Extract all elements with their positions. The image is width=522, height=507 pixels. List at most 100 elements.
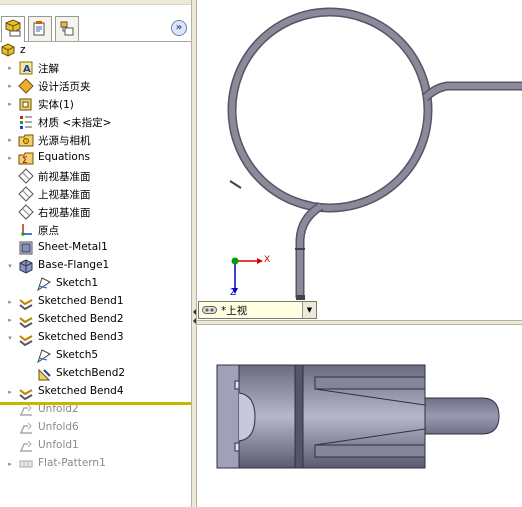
tree-item[interactable]: 材质 <未指定> <box>0 113 191 131</box>
tree-item[interactable]: Sketch5 <box>0 347 191 365</box>
tree-item[interactable]: ▸ Sketched Bend2 <box>0 311 191 329</box>
origin-icon <box>18 222 34 238</box>
plane-icon <box>18 186 34 202</box>
tree-item-label: Sketched Bend1 <box>38 295 124 307</box>
collapse-panel-button[interactable]: » <box>171 20 187 36</box>
sketched-bend-icon <box>18 294 34 310</box>
tree-item-label: 材质 <未指定> <box>38 117 112 129</box>
unfold-icon <box>18 420 34 436</box>
plane-icon <box>18 204 34 220</box>
tree-item-label: Sketch1 <box>56 277 99 289</box>
tree-root-part[interactable]: z <box>0 42 191 60</box>
plane-icon <box>18 168 34 184</box>
tree-item[interactable]: Sketch1 <box>0 275 191 293</box>
tree-item[interactable]: ▸ 设计活页夹 <box>0 77 191 95</box>
part-left-face <box>216 364 240 469</box>
part-tab <box>424 397 500 435</box>
root-part-icon <box>0 43 16 59</box>
tree-item-label: Base-Flange1 <box>38 259 110 271</box>
view-orientation-dropdown[interactable]: *上视 ▼ <box>198 301 317 319</box>
tree-item-label: Equations <box>38 151 90 163</box>
feature-manager-panel: » z ▸ A 注解 ▸ 设计活页夹 ▸ 实体(1) 材质 <未指定> ▸ 光源与相机 ▸ Σ Equat… <box>0 0 191 507</box>
expand-icon[interactable]: ▸ <box>6 298 14 306</box>
tree-item[interactable]: ▾ Sketched Bend3 <box>0 329 191 347</box>
tree-item-label: Unfold1 <box>38 439 79 451</box>
view-link-icon <box>202 305 217 318</box>
svg-text:Σ: Σ <box>22 156 28 166</box>
splitter-arrow-icon <box>193 318 196 324</box>
tree-item-label: Sketched Bend3 <box>38 331 124 343</box>
sketched-bend-icon <box>18 312 34 328</box>
tree-item-label: 上视基准面 <box>38 189 91 201</box>
design-binder-icon <box>18 78 34 94</box>
tab-feature-manager[interactable] <box>1 16 25 42</box>
svg-text:A: A <box>23 64 31 75</box>
triad-x-label: X <box>264 255 271 265</box>
expand-icon[interactable]: ▸ <box>6 136 14 144</box>
tree-item-label: z <box>20 44 26 56</box>
graphics-viewport-bottom[interactable] <box>197 325 522 507</box>
tree-item-label: 注解 <box>38 63 59 75</box>
expand-icon[interactable]: ▸ <box>6 154 14 162</box>
tab-property-manager[interactable] <box>28 16 52 41</box>
tree-item-label: 光源与相机 <box>38 135 91 147</box>
tree-item-label: Sketched Bend4 <box>38 385 124 397</box>
chevron-down-icon[interactable]: ▼ <box>302 302 316 318</box>
tree-item[interactable]: Unfold1 <box>0 437 191 455</box>
tree-item-label: 原点 <box>38 225 59 237</box>
tree-item-label: 右视基准面 <box>38 207 91 219</box>
expand-icon[interactable]: ▸ <box>6 460 14 468</box>
tree-item[interactable]: ▸ A 注解 <box>0 59 191 77</box>
stem-end <box>296 295 305 300</box>
tree-item-label: Unfold6 <box>38 421 79 433</box>
expand-icon[interactable]: ▸ <box>6 100 14 108</box>
tree-item[interactable]: Sheet-Metal1 <box>0 239 191 257</box>
unfold-icon <box>18 438 34 454</box>
tree-item[interactable]: ▸ 光源与相机 <box>0 131 191 149</box>
tree-item[interactable]: ▸ Σ Equations <box>0 149 191 167</box>
sketch-icon <box>36 348 52 364</box>
sketch-bend-icon <box>36 366 52 382</box>
tree-item[interactable]: ▾ Base-Flange1 <box>0 257 191 275</box>
tree-item[interactable]: ▸ Sketched Bend1 <box>0 293 191 311</box>
part-notch <box>234 380 240 390</box>
tree-item[interactable]: SketchBend2 <box>0 365 191 383</box>
top-view-drawing <box>227 7 522 300</box>
graphics-viewport-top[interactable]: X Z <box>197 0 522 320</box>
rollback-bar[interactable] <box>0 402 191 405</box>
part-notch <box>234 442 240 452</box>
configuration-manager-icon <box>59 20 75 39</box>
tree-item[interactable]: ▸ 实体(1) <box>0 95 191 113</box>
part-rail-bottom <box>314 444 426 458</box>
collapse-icon[interactable]: ▾ <box>6 262 14 270</box>
expand-icon[interactable]: ▸ <box>6 388 14 396</box>
tree-item[interactable]: 前视基准面 <box>0 167 191 185</box>
property-manager-icon <box>32 20 48 39</box>
sketched-bend-icon <box>18 330 34 346</box>
tree-item[interactable]: 原点 <box>0 221 191 239</box>
tab-configuration-manager[interactable] <box>55 16 79 41</box>
expand-icon[interactable]: ▸ <box>6 82 14 90</box>
panel-toolbar-strip <box>0 0 191 5</box>
tree-item[interactable]: ▸ Flat-Pattern1 <box>0 455 191 473</box>
tree-item-label: SketchBend2 <box>56 367 126 379</box>
view-name-label: *上视 <box>221 305 248 317</box>
annotations-icon: A <box>18 60 34 76</box>
sketched-bend-icon <box>18 384 34 400</box>
tree-item[interactable]: Unfold6 <box>0 419 191 437</box>
expand-icon[interactable]: ▸ <box>6 316 14 324</box>
equations-icon: Σ <box>18 150 34 166</box>
triad-z-label: Z <box>230 288 237 298</box>
reference-triad <box>231 257 263 294</box>
expand-icon[interactable]: ▸ <box>6 64 14 72</box>
base-flange-icon <box>18 258 34 274</box>
tree-item[interactable]: ▸ Sketched Bend4 <box>0 383 191 401</box>
bend-mark <box>229 180 242 189</box>
tree-item-label: Sketched Bend2 <box>38 313 124 325</box>
tree-item-label: Sheet-Metal1 <box>38 241 108 253</box>
sheet-metal-icon <box>18 240 34 256</box>
tree-item[interactable]: 上视基准面 <box>0 185 191 203</box>
tree-item-label: Flat-Pattern1 <box>38 457 106 469</box>
collapse-icon[interactable]: ▾ <box>6 334 14 342</box>
tree-item[interactable]: 右视基准面 <box>0 203 191 221</box>
